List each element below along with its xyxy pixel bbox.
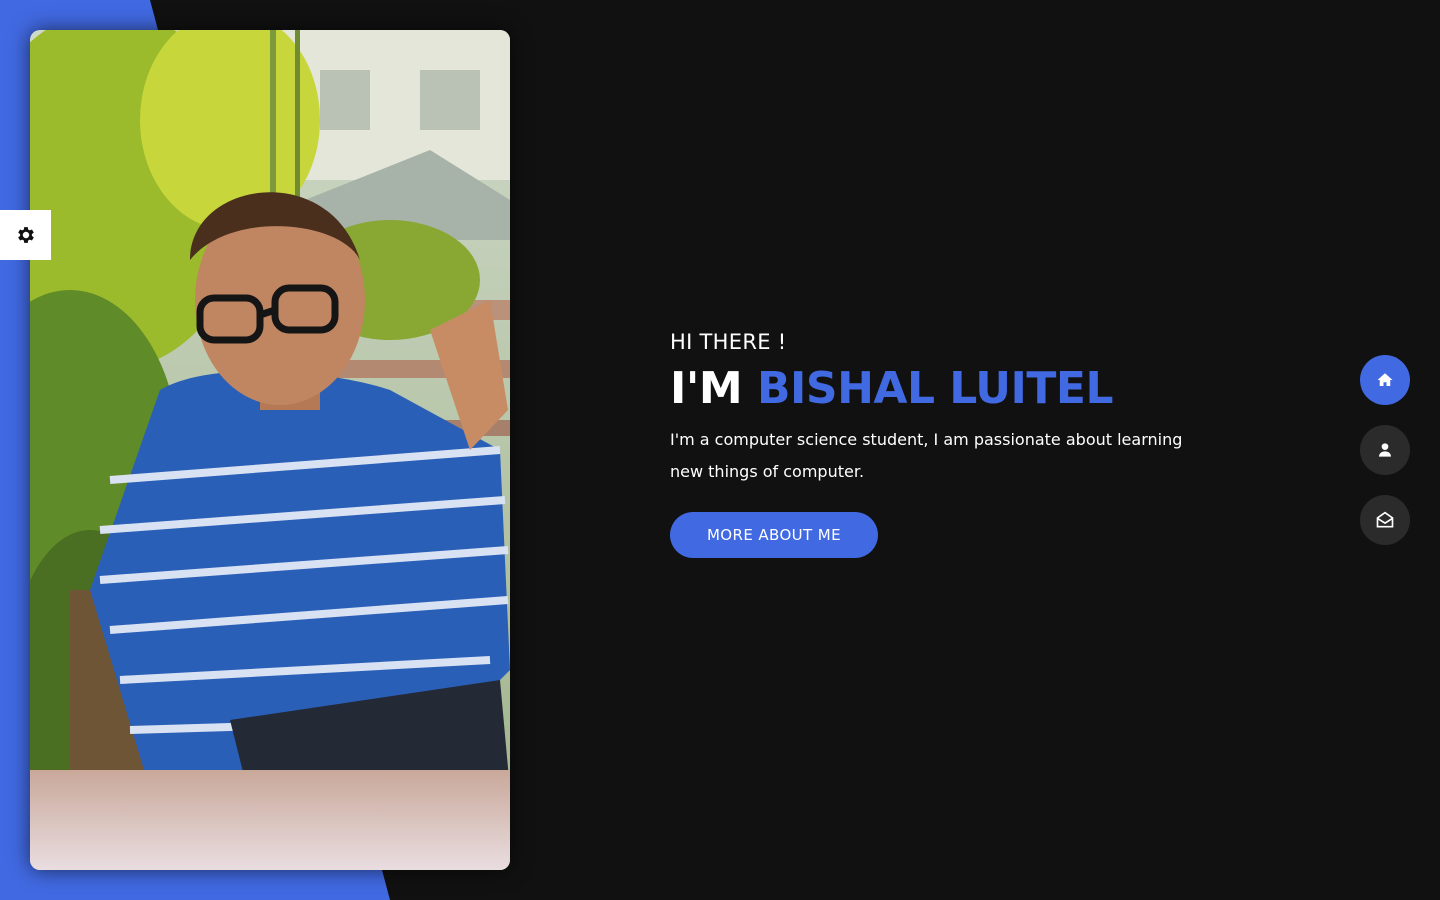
- hero-bio: I'm a computer science student, I am pas…: [670, 430, 1183, 481]
- hero-name: BISHAL LUITEL: [756, 363, 1114, 414]
- envelope-open-icon: [1376, 511, 1394, 528]
- gear-icon: [17, 227, 34, 243]
- home-icon: [1377, 373, 1393, 386]
- nav-about-button[interactable]: [1360, 425, 1410, 475]
- portfolio-home: HI THERE ! I'M BISHAL LUITEL I'm a compu…: [0, 0, 1440, 900]
- hero-headline: I'M BISHAL LUITEL: [670, 360, 1230, 418]
- headline-prefix: I'M: [670, 363, 743, 414]
- user-icon: [1379, 443, 1391, 457]
- side-navigation: [1360, 355, 1410, 565]
- hero-greeting: HI THERE !: [670, 330, 787, 354]
- hero-section: HI THERE ! I'M BISHAL LUITEL I'm a compu…: [670, 330, 1230, 558]
- profile-photo: [30, 30, 510, 870]
- nav-home-button[interactable]: [1360, 355, 1410, 405]
- more-about-me-button[interactable]: MORE ABOUT ME: [670, 512, 878, 558]
- settings-toggle-button[interactable]: [0, 210, 51, 260]
- nav-contact-button[interactable]: [1360, 495, 1410, 545]
